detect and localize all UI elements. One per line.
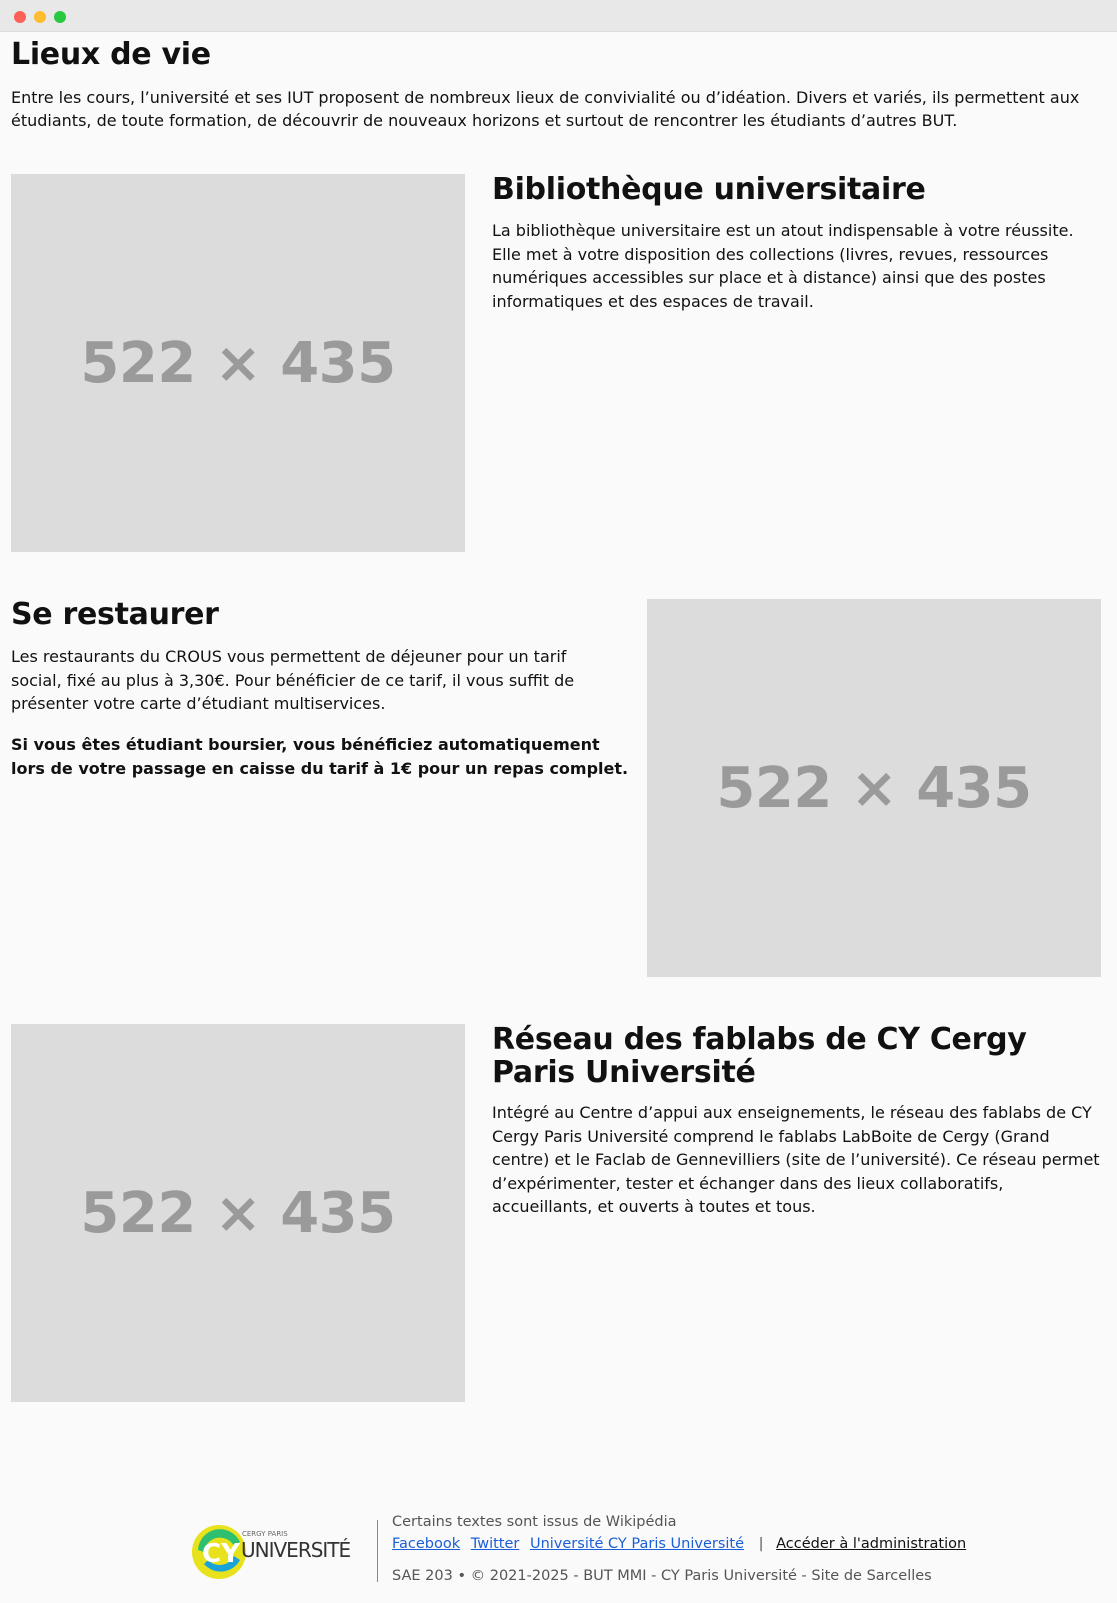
admin-link[interactable]: Accéder à l'administration: [776, 1536, 966, 1552]
section-text-library: La bibliothèque universitaire est un ato…: [492, 221, 1074, 311]
facebook-link[interactable]: Facebook: [392, 1536, 460, 1552]
fablab-image-placeholder: 522 × 435: [11, 1024, 465, 1402]
minimize-window-icon[interactable]: [34, 11, 46, 23]
library-image-placeholder: 522 × 435: [11, 174, 465, 552]
section-text-scholarship: Si vous êtes étudiant boursier, vous bén…: [11, 735, 629, 778]
browser-window: Lieux de vie Entre les cours, l’universi…: [0, 0, 1117, 1603]
section-title-library: Bibliothèque universitaire: [492, 172, 926, 207]
logo-main-text: UNIVERSITÉ: [241, 1538, 351, 1562]
image-size-label: 522 × 435: [80, 1180, 396, 1246]
footer-credit: Certains textes sont issus de Wikipédia: [392, 1514, 677, 1530]
link-separator: |: [758, 1536, 764, 1552]
window-titlebar: [0, 0, 1117, 32]
close-window-icon[interactable]: [14, 11, 26, 23]
footer-divider: [377, 1520, 378, 1582]
university-link[interactable]: Université CY Paris Université: [530, 1536, 744, 1552]
maximize-window-icon[interactable]: [54, 11, 66, 23]
restaurant-image-placeholder: 522 × 435: [647, 599, 1101, 977]
section-text-fablabs: Intégré au Centre d’appui aux enseigneme…: [492, 1103, 1100, 1216]
page-title: Lieux de vie: [11, 37, 211, 72]
section-title-fablabs: Réseau des fablabs de CY Cergy Paris Uni…: [492, 1022, 1027, 1090]
section-text-restaurants: Les restaurants du CROUS vous permettent…: [11, 647, 575, 713]
image-size-label: 522 × 435: [716, 755, 1032, 821]
section-title-restaurants: Se restaurer: [11, 597, 219, 632]
cy-logo-icon: CY CERGY PARIS UNIVERSITÉ: [192, 1525, 352, 1579]
intro-paragraph: Entre les cours, l’université et ses IUT…: [11, 88, 1080, 130]
logo-mark: CY: [202, 1539, 241, 1569]
cy-university-logo[interactable]: CY CERGY PARIS UNIVERSITÉ: [190, 1520, 366, 1580]
twitter-link[interactable]: Twitter: [471, 1536, 520, 1552]
footer-copyright: SAE 203 • © 2021-2025 - BUT MMI - CY Par…: [392, 1568, 932, 1584]
image-size-label: 522 × 435: [80, 330, 396, 396]
footer-links: Facebook Twitter Université CY Paris Uni…: [392, 1536, 972, 1552]
logo-small-text: CERGY PARIS: [242, 1530, 288, 1538]
